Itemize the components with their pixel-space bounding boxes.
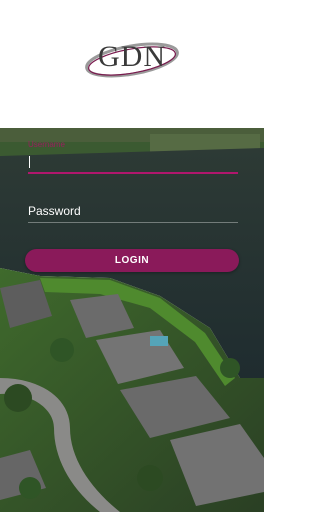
password-input[interactable]: [28, 202, 238, 222]
gdn-logo: GDN: [82, 34, 182, 86]
username-underline: [28, 172, 238, 174]
aerial-background-image: [0, 128, 264, 512]
username-label: Username: [28, 140, 65, 149]
header: GDN: [0, 0, 264, 128]
username-field[interactable]: Username: [28, 140, 238, 176]
username-input[interactable]: [28, 152, 238, 172]
password-field[interactable]: Password: [28, 202, 238, 224]
login-button[interactable]: LOGIN: [25, 249, 239, 272]
text-cursor: [29, 156, 30, 168]
logo-text: GDN: [98, 40, 166, 73]
password-underline: [28, 222, 238, 223]
